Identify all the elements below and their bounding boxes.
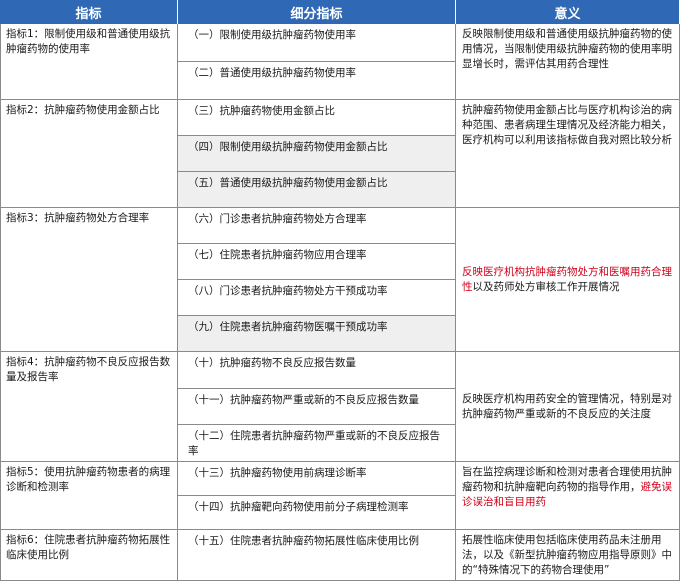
sub-indicators-3: （六）门诊患者抗肿瘤药物处方合理率 （七）住院患者抗肿瘤药物应用合理率 （八）门… (178, 208, 456, 352)
sub-indicators-6: （十五）住院患者抗肿瘤药物拓展性临床使用比例 (178, 530, 456, 581)
sub-indicator-1: （一）限制使用级抗肿瘤药物使用率 (178, 24, 455, 62)
sub-indicators-1: （一）限制使用级抗肿瘤药物使用率 （二）普通使用级抗肿瘤药物使用率 (178, 24, 456, 100)
sub-indicator-12: （十二）住院患者抗肿瘤药物严重或新的不良反应报告率 (188, 430, 440, 458)
sub-indicator-13: （十三）抗肿瘤药物使用前病理诊断率 (178, 462, 455, 496)
indicator-table: 指标 细分指标 意义 指标1：限制使用级和普通使用级抗肿瘤药物的使用率 （一）限… (0, 0, 680, 581)
meaning-6: 拓展性临床使用包括临床使用药品未注册用法，以及《新型抗肿瘤药物应用指导原则》中的… (456, 530, 680, 581)
header-meaning: 意义 (456, 0, 680, 24)
meaning-4-text: 反映医疗机构用药安全的管理情况，特别是对抗肿瘤药物严重或新的不良反应的关注度 (462, 393, 672, 420)
sub-indicators-2: （三）抗肿瘤药物使用金额占比 （四）限制使用级抗肿瘤药物使用金额占比 （五）普通… (178, 100, 456, 208)
meaning-3-text: 反映医疗机构抗肿瘤药物处方和医嘱用药合理性以及药师处方审核工作开展情况 (462, 265, 675, 295)
meaning-3: 反映医疗机构抗肿瘤药物处方和医嘱用药合理性以及药师处方审核工作开展情况 (456, 208, 680, 352)
meaning-2: 抗肿瘤药物使用金额占比与医疗机构诊治的病种范围、患者病理生理情况及经济能力相关，… (456, 100, 680, 208)
header-sub-indicator: 细分指标 (178, 0, 456, 24)
sub-indicator-15: （十五）住院患者抗肿瘤药物拓展性临床使用比例 (188, 535, 419, 547)
sub-indicator-4: （四）限制使用级抗肿瘤药物使用金额占比 (178, 136, 455, 172)
sub-indicators-4: （十）抗肿瘤药物不良反应报告数量 （十一）抗肿瘤药物严重或新的不良反应报告数量 … (178, 352, 456, 462)
indicator-1: 指标1：限制使用级和普通使用级抗肿瘤药物的使用率 (0, 24, 178, 100)
header-indicator: 指标 (0, 0, 178, 24)
sub-indicator-9: （九）住院患者抗肿瘤药物医嘱干预成功率 (178, 316, 455, 351)
meaning-3-rest: 以及药师处方审核工作开展情况 (472, 281, 620, 293)
sub-indicator-6: （六）门诊患者抗肿瘤药物处方合理率 (178, 208, 455, 244)
meaning-1: 反映限制使用级和普通使用级抗肿瘤药物的使用情况，当限制使用级抗肿瘤药物的使用率明… (456, 24, 680, 100)
indicator-2: 指标2：抗肿瘤药物使用金额占比 (0, 100, 178, 208)
sub-indicators-5: （十三）抗肿瘤药物使用前病理诊断率 （十四）抗肿瘤靶向药物使用前分子病理检测率 (178, 462, 456, 530)
indicator-5: 指标5：使用抗肿瘤药物患者的病理诊断和检测率 (0, 462, 178, 530)
sub-indicator-5: （五）普通使用级抗肿瘤药物使用金额占比 (178, 172, 455, 207)
meaning-4: 反映医疗机构用药安全的管理情况，特别是对抗肿瘤药物严重或新的不良反应的关注度 (456, 352, 680, 462)
sub-indicator-14: （十四）抗肿瘤靶向药物使用前分子病理检测率 (188, 501, 409, 513)
indicator-3: 指标3：抗肿瘤药物处方合理率 (0, 208, 178, 352)
sub-indicator-11: （十一）抗肿瘤药物严重或新的不良反应报告数量 (178, 389, 455, 426)
sub-indicator-7: （七）住院患者抗肿瘤药物应用合理率 (178, 244, 455, 280)
indicator-6: 指标6：住院患者抗肿瘤药物拓展性临床使用比例 (0, 530, 178, 581)
sub-indicator-3: （三）抗肿瘤药物使用金额占比 (178, 100, 455, 136)
sub-indicator-10: （十）抗肿瘤药物不良反应报告数量 (178, 352, 455, 389)
sub-indicator-8: （八）门诊患者抗肿瘤药物处方干预成功率 (178, 280, 455, 316)
indicator-4: 指标4：抗肿瘤药物不良反应报告数量及报告率 (0, 352, 178, 462)
meaning-5: 旨在监控病理诊断和检测对患者合理使用抗肿瘤药物和抗肿瘤靶向药物的指导作用，避免误… (456, 462, 680, 530)
sub-indicator-2: （二）普通使用级抗肿瘤药物使用率 (188, 67, 356, 79)
